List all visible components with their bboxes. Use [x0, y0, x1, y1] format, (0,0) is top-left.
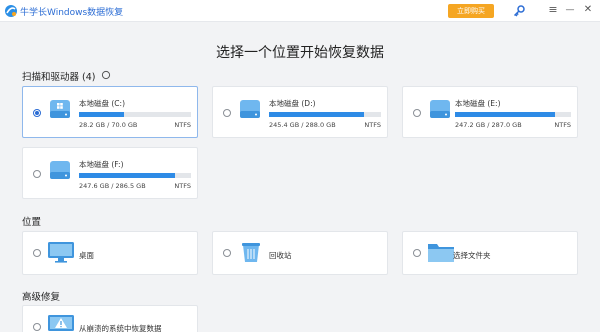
- drive-name: 本地磁盘 (C:): [79, 99, 125, 108]
- app-logo-icon: [5, 5, 17, 17]
- location-label: 回收站: [269, 251, 292, 260]
- drive-card-e[interactable]: 本地磁盘 (E:) 247.2 GB / 287.0 GB NTFS: [402, 86, 578, 138]
- drive-usage-bar: [79, 173, 191, 178]
- advanced-label: 从崩溃的系统中恢复数据: [79, 324, 162, 332]
- drive-card-c[interactable]: 本地磁盘 (C:) 28.2 GB / 70.0 GB NTFS: [22, 86, 198, 138]
- drive-radio-f[interactable]: [33, 170, 41, 178]
- location-label: 桌面: [79, 251, 94, 260]
- hard-drive-icon: [430, 100, 450, 118]
- key-icon[interactable]: [512, 4, 526, 18]
- drive-name: 本地磁盘 (F:): [79, 160, 124, 169]
- location-section-label: 位置: [22, 217, 42, 228]
- drive-usage-fill: [79, 173, 176, 178]
- location-card-recycle-bin[interactable]: 回收站: [212, 231, 388, 275]
- drive-card-f[interactable]: 本地磁盘 (F:) 247.6 GB / 286.5 GB NTFS: [22, 147, 198, 199]
- advanced-radio-crashed-system[interactable]: [33, 323, 41, 331]
- hard-drive-icon: [240, 100, 260, 118]
- drive-filesystem: NTFS: [554, 121, 571, 129]
- drive-usage-fill: [79, 112, 124, 117]
- app-title: 牛学长Windows数据恢复: [20, 8, 124, 18]
- drive-radio-c[interactable]: [33, 109, 41, 117]
- advanced-section-label: 高级修复: [22, 292, 61, 303]
- drive-radio-d[interactable]: [223, 109, 231, 117]
- drive-usage-bar: [269, 112, 381, 117]
- location-card-select-folder[interactable]: 选择文件夹: [402, 231, 578, 275]
- folder-icon: [428, 244, 454, 262]
- drive-usage-fill: [269, 112, 365, 117]
- drive-filesystem: NTFS: [174, 121, 191, 129]
- drive-name: 本地磁盘 (D:): [269, 99, 316, 108]
- location-radio-select-folder[interactable]: [413, 249, 421, 257]
- location-radio-recycle-bin[interactable]: [223, 249, 231, 257]
- monitor-icon: [48, 242, 74, 263]
- hard-drive-windows-icon: [50, 100, 70, 118]
- advanced-card-crashed-system[interactable]: 从崩溃的系统中恢复数据: [22, 305, 198, 332]
- refresh-icon[interactable]: [101, 70, 111, 80]
- drive-size: 247.2 GB / 287.0 GB: [455, 121, 522, 129]
- drive-usage-fill: [455, 112, 555, 117]
- close-button[interactable]: ✕: [581, 3, 595, 17]
- minimize-button[interactable]: —: [563, 3, 577, 17]
- title-bar: 牛学长Windows数据恢复 立即购买 ≡ — ✕: [0, 0, 600, 22]
- buy-now-button[interactable]: 立即购买: [448, 4, 494, 18]
- menu-icon[interactable]: ≡: [546, 3, 560, 17]
- location-card-desktop[interactable]: 桌面: [22, 231, 198, 275]
- drive-usage-bar: [455, 112, 571, 117]
- drive-usage-bar: [79, 112, 191, 117]
- drive-filesystem: NTFS: [174, 182, 191, 190]
- drive-size: 247.6 GB / 286.5 GB: [79, 182, 146, 190]
- warning-icon: [48, 315, 74, 331]
- drive-filesystem: NTFS: [364, 121, 381, 129]
- drive-size: 28.2 GB / 70.0 GB: [79, 121, 138, 129]
- location-radio-desktop[interactable]: [33, 249, 41, 257]
- drive-name: 本地磁盘 (E:): [455, 99, 501, 108]
- drive-size: 245.4 GB / 288.0 GB: [269, 121, 336, 129]
- drive-radio-e[interactable]: [413, 109, 421, 117]
- drive-card-d[interactable]: 本地磁盘 (D:) 245.4 GB / 288.0 GB NTFS: [212, 86, 388, 138]
- page-title: 选择一个位置开始恢复数据: [216, 45, 384, 61]
- drives-section-label: 扫描和驱动器 (4): [22, 72, 96, 83]
- location-label: 选择文件夹: [453, 251, 491, 260]
- hard-drive-icon: [50, 161, 70, 179]
- recycle-bin-icon: [242, 243, 260, 262]
